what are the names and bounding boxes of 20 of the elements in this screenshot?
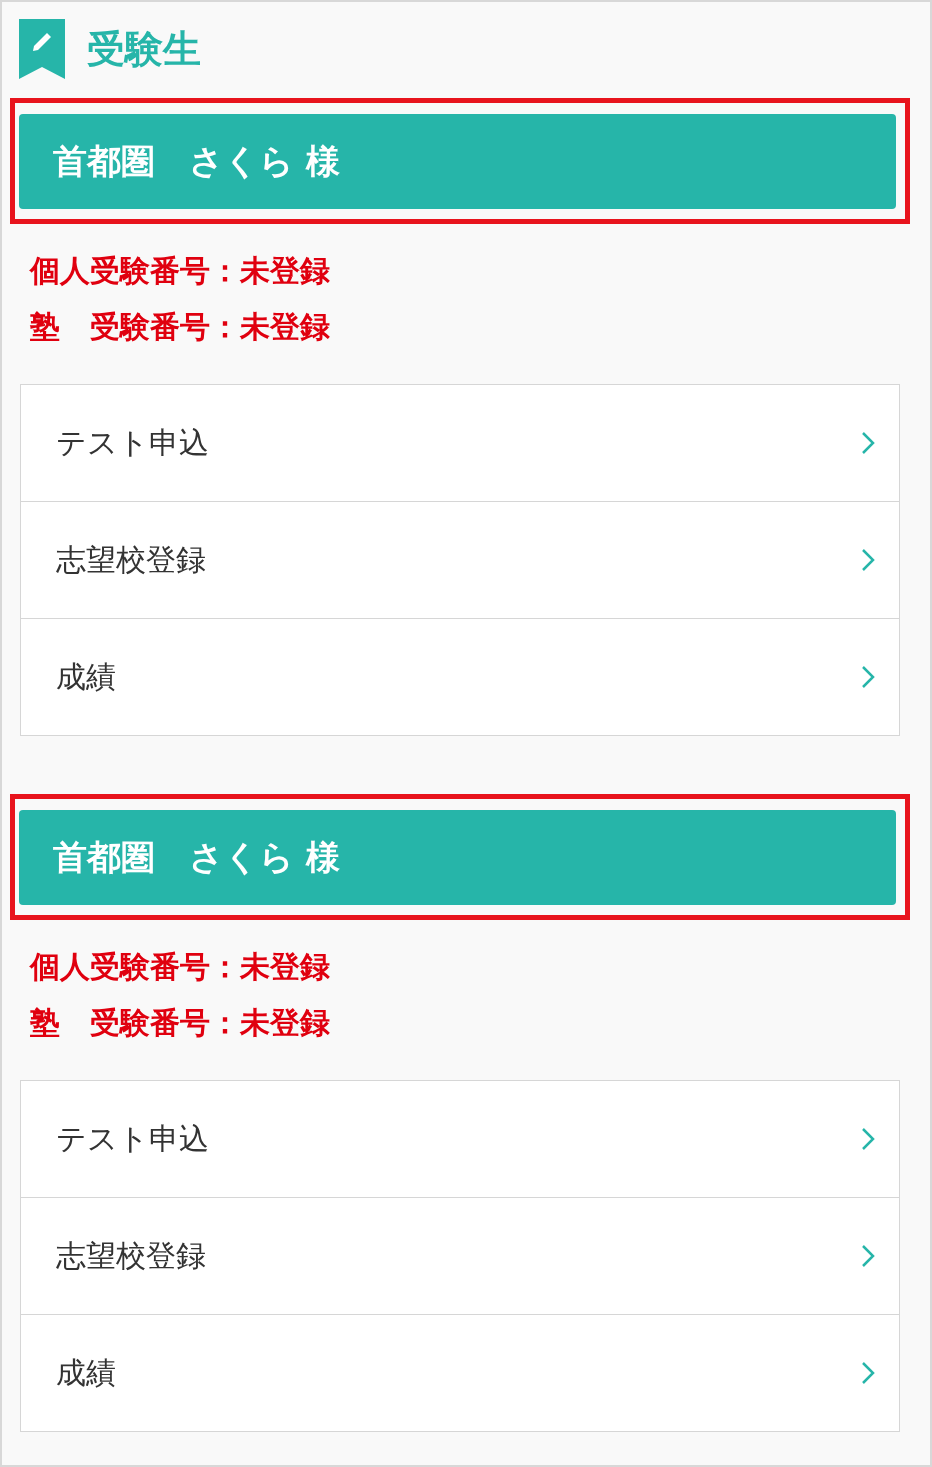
registration-status: 個人受験番号：未登録 [30,948,331,986]
bookmark-pencil-icon [19,19,65,79]
menu-item[interactable]: 成績 [21,618,899,735]
student-name-bar: 首都圏 さくら 様 [19,810,896,905]
chevron-right-icon [861,431,875,455]
registration-status: 塾 受験番号：未登録 [30,1004,331,1042]
menu-item[interactable]: 成績 [21,1314,899,1431]
menu-item[interactable]: 志望校登録 [21,501,899,618]
menu-item[interactable]: テスト申込 [21,385,899,501]
menu-item[interactable]: テスト申込 [21,1081,899,1197]
chevron-right-icon [861,548,875,572]
chevron-right-icon [861,1127,875,1151]
menu-item[interactable]: 志望校登録 [21,1197,899,1314]
registration-status: 塾 受験番号：未登録 [30,308,331,346]
registration-status: 個人受験番号：未登録 [30,252,331,290]
chevron-right-icon [861,665,875,689]
chevron-right-icon [861,1244,875,1268]
section-title: 受験生 [87,25,201,73]
chevron-right-icon [861,1361,875,1385]
student-name-bar: 首都圏 さくら 様 [19,114,896,209]
